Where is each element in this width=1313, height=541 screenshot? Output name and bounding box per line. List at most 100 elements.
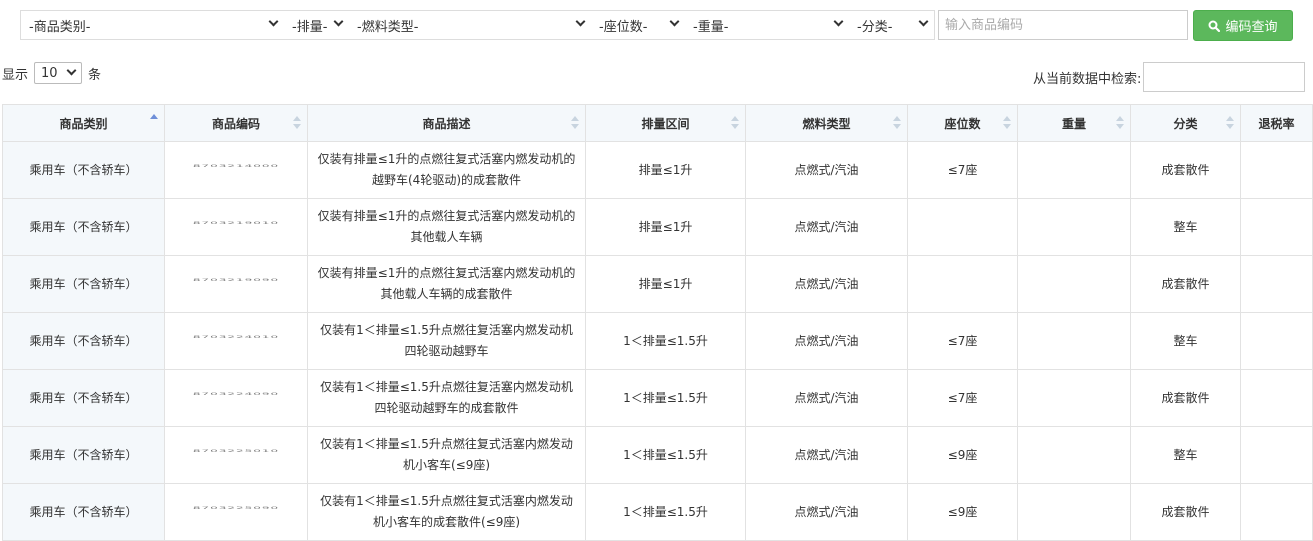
column-header-classification[interactable]: 分类: [1130, 104, 1241, 142]
cell-value: ≤9座: [947, 504, 978, 519]
sort-icon: [1003, 116, 1011, 130]
cell-description: 仅装有1＜排量≤1.5升点燃往复活塞内燃发动机四轮驱动越野车的成套散件: [307, 369, 586, 427]
cell-classification: 成套散件: [1130, 483, 1241, 541]
cell-weight: [1017, 426, 1131, 484]
cell-value: 排量≤1升: [638, 276, 693, 291]
cell-value: 1＜排量≤1.5升: [623, 390, 708, 405]
cell-seats: [907, 255, 1018, 313]
chevron-down-icon: [270, 20, 278, 28]
cell-value: ≤9座: [947, 447, 978, 462]
cell-value: 8703219090: [192, 277, 280, 282]
table-row[interactable]: 乘用车（不含轿车） 8703225090 仅装有1＜排量≤1.5升点燃往复式活塞内燃…: [2, 483, 1313, 541]
column-header-weight[interactable]: 重量: [1017, 104, 1131, 142]
cell-value: 点燃式/汽油: [794, 333, 859, 348]
page-length-suffix: 条: [88, 67, 102, 83]
cell-fuel-type: 点燃式/汽油: [745, 198, 908, 256]
cell-value: 仅装有1＜排量≤1.5升点燃往复式活塞内燃发动机小客车(≤9座): [320, 437, 573, 472]
cell-value: 8703225010: [192, 448, 280, 453]
cell-classification: 成套散件: [1130, 255, 1241, 313]
column-header-description[interactable]: 商品描述: [307, 104, 586, 142]
cell-code: 8703214000: [164, 141, 308, 199]
table-row[interactable]: 乘用车（不含轿车） 8703224010 仅装有1＜排量≤1.5升点燃往复活塞内燃发…: [2, 312, 1313, 370]
cell-fuel-type: 点燃式/汽油: [745, 426, 908, 484]
weight-select[interactable]: -重量-: [685, 11, 849, 39]
cell-value: 整车: [1173, 447, 1198, 462]
cell-value: 乘用车（不含轿车）: [29, 276, 138, 291]
cell-value: 点燃式/汽油: [794, 162, 859, 177]
cell-value: 1＜排量≤1.5升: [623, 333, 708, 348]
column-header-label: 重量: [1061, 116, 1086, 131]
chevron-down-icon: [335, 20, 343, 28]
fuel-select[interactable]: -燃料类型-: [349, 11, 591, 39]
cell-displacement-range: 1＜排量≤1.5升: [585, 483, 746, 541]
product-code-input[interactable]: [938, 10, 1188, 40]
cell-code: 8703225090: [164, 483, 308, 541]
table-row[interactable]: 乘用车（不含轿车） 8703225010 仅装有1＜排量≤1.5升点燃往复式活塞内燃…: [2, 426, 1313, 484]
cell-value: 点燃式/汽油: [794, 276, 859, 291]
page-length-select[interactable]: 10: [34, 62, 83, 84]
cell-classification: 成套散件: [1130, 141, 1241, 199]
cell-value: 成套散件: [1161, 276, 1210, 291]
sort-icon: [571, 116, 579, 130]
cell-value: 8703225090: [192, 505, 280, 510]
cell-tax-refund-rate: [1240, 255, 1313, 313]
cell-weight: [1017, 198, 1131, 256]
sort-icon: [1226, 116, 1234, 130]
cell-value: 成套散件: [1161, 504, 1210, 519]
cell-seats: ≤7座: [907, 369, 1018, 427]
cell-seats: ≤9座: [907, 483, 1018, 541]
column-header-code[interactable]: 商品编码: [164, 104, 308, 142]
cell-value: 排量≤1升: [638, 162, 693, 177]
cell-fuel-type: 点燃式/汽油: [745, 312, 908, 370]
page-length-prefix: 显示: [2, 67, 29, 83]
column-header-displacement-range[interactable]: 排量区间: [585, 104, 746, 142]
cell-code: 8703225010: [164, 426, 308, 484]
category-select-value: -商品类别-: [29, 19, 91, 35]
classification-select[interactable]: -分类-: [849, 11, 934, 39]
cell-value: 乘用车（不含轿车）: [29, 219, 138, 234]
column-header-label: 座位数: [944, 116, 981, 131]
column-header-tax-refund-rate[interactable]: 退税率: [1240, 104, 1313, 142]
column-header-fuel-type[interactable]: 燃料类型: [745, 104, 908, 142]
cell-value: 8703224010: [192, 334, 280, 339]
category-select[interactable]: -商品类别-: [21, 11, 284, 39]
displacement-select-value: -排量-: [292, 19, 328, 35]
displacement-select[interactable]: -排量-: [284, 11, 349, 39]
cell-displacement-range: 排量≤1升: [585, 198, 746, 256]
cell-category: 乘用车（不含轿车）: [2, 198, 165, 256]
sort-icon: [293, 116, 301, 130]
table-search-input[interactable]: [1143, 62, 1306, 92]
table-search-label: 从当前数据中检索:: [1033, 71, 1142, 87]
column-header-category[interactable]: 商品类别: [2, 104, 165, 142]
table-row[interactable]: 乘用车（不含轿车） 8703224090 仅装有1＜排量≤1.5升点燃往复活塞内燃发…: [2, 369, 1313, 427]
cell-weight: [1017, 369, 1131, 427]
table-header-row: 商品类别 商品编码 商品描述 排量区间 燃料类型 座位数 重量 分类 退税率: [2, 104, 1313, 142]
seats-select[interactable]: -座位数-: [591, 11, 685, 39]
page-length-value: 10: [41, 65, 58, 81]
cell-value: 仅装有1＜排量≤1.5升点燃往复式活塞内燃发动机小客车的成套散件(≤9座): [320, 494, 573, 529]
chevron-down-icon: [920, 20, 928, 28]
chevron-down-icon: [68, 69, 76, 77]
code-search-button-label: 编码查询: [1225, 20, 1278, 35]
table-row[interactable]: 乘用车（不含轿车） 8703219010 仅装有排量≤1升的点燃往复式活塞内燃发动机…: [2, 198, 1313, 256]
code-search-button[interactable]: 编码查询: [1193, 10, 1293, 41]
cell-category: 乘用车（不含轿车）: [2, 369, 165, 427]
column-header-seats[interactable]: 座位数: [907, 104, 1018, 142]
cell-code: 8703219090: [164, 255, 308, 313]
cell-value: 点燃式/汽油: [794, 390, 859, 405]
cell-weight: [1017, 141, 1131, 199]
cell-tax-refund-rate: [1240, 426, 1313, 484]
cell-value: 整车: [1173, 333, 1198, 348]
cell-value: 1＜排量≤1.5升: [623, 504, 708, 519]
chevron-down-icon: [671, 20, 679, 28]
chevron-down-icon: [835, 20, 843, 28]
cell-classification: 成套散件: [1130, 369, 1241, 427]
table-row[interactable]: 乘用车（不含轿车） 8703219090 仅装有排量≤1升的点燃往复式活塞内燃发动机…: [2, 255, 1313, 313]
cell-category: 乘用车（不含轿车）: [2, 141, 165, 199]
cell-value: 仅装有排量≤1升的点燃往复式活塞内燃发动机的越野车(4轮驱动)的成套散件: [317, 152, 576, 187]
cell-displacement-range: 排量≤1升: [585, 255, 746, 313]
cell-value: 点燃式/汽油: [794, 219, 859, 234]
cell-value: 成套散件: [1161, 390, 1210, 405]
cell-category: 乘用车（不含轿车）: [2, 312, 165, 370]
table-row[interactable]: 乘用车（不含轿车） 8703214000 仅装有排量≤1升的点燃往复式活塞内燃发动机…: [2, 141, 1313, 199]
